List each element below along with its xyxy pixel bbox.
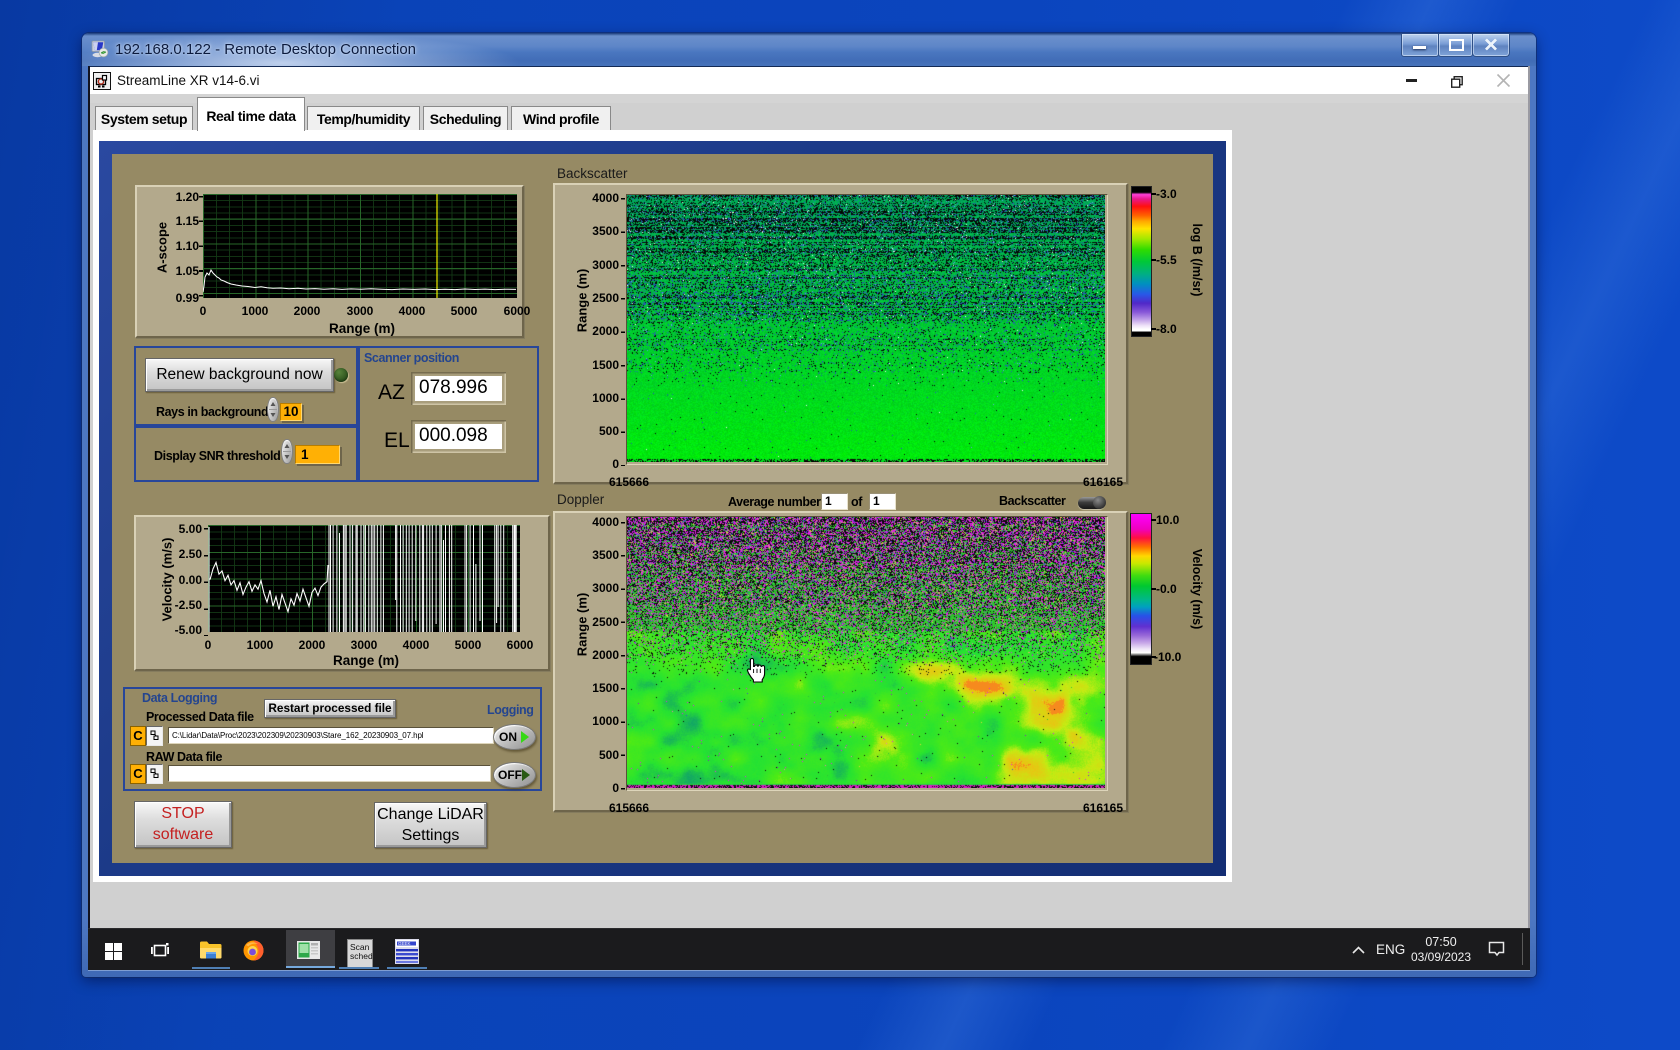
svg-text:GEEK: GEEK [398, 941, 411, 946]
